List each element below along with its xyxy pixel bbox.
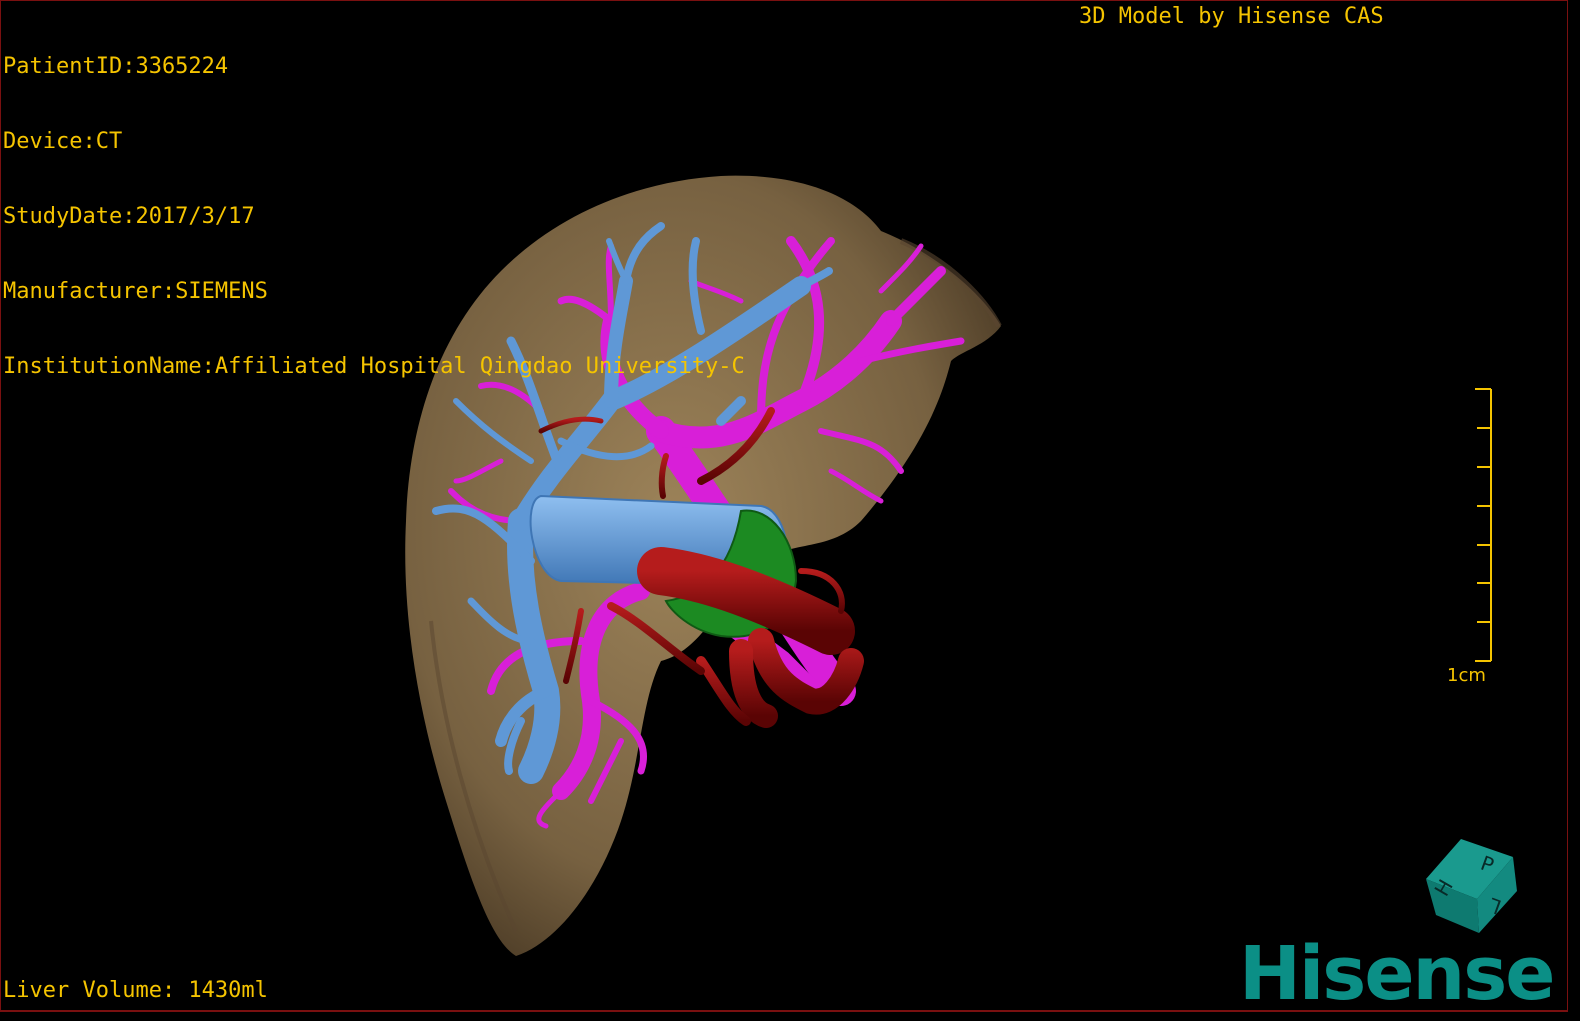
model-credit: 3D Model by Hisense CAS (1079, 4, 1384, 29)
scale-bar (1475, 388, 1492, 662)
hisense-logo: Hisense (1239, 931, 1555, 1017)
study-date: StudyDate:2017/3/17 (3, 204, 255, 229)
patient-id: PatientID:3365224 (3, 54, 229, 79)
scale-bar-label: 1cm (1447, 665, 1486, 686)
manufacturer: Manufacturer:SIEMENS (3, 279, 268, 304)
liver-volume: Liver Volume: 1430ml (3, 978, 268, 1003)
institution-name: InstitutionName:Affiliated Hospital Qing… (3, 354, 745, 379)
device: Device:CT (3, 129, 123, 154)
orientation-cube[interactable]: H P L (1426, 839, 1517, 933)
patient-info-overlay: PatientID:3365224 Device:CT StudyDate:20… (3, 4, 745, 429)
3d-viewport[interactable]: H P L PatientID:3365224 Device:CT StudyD… (0, 0, 1568, 1012)
